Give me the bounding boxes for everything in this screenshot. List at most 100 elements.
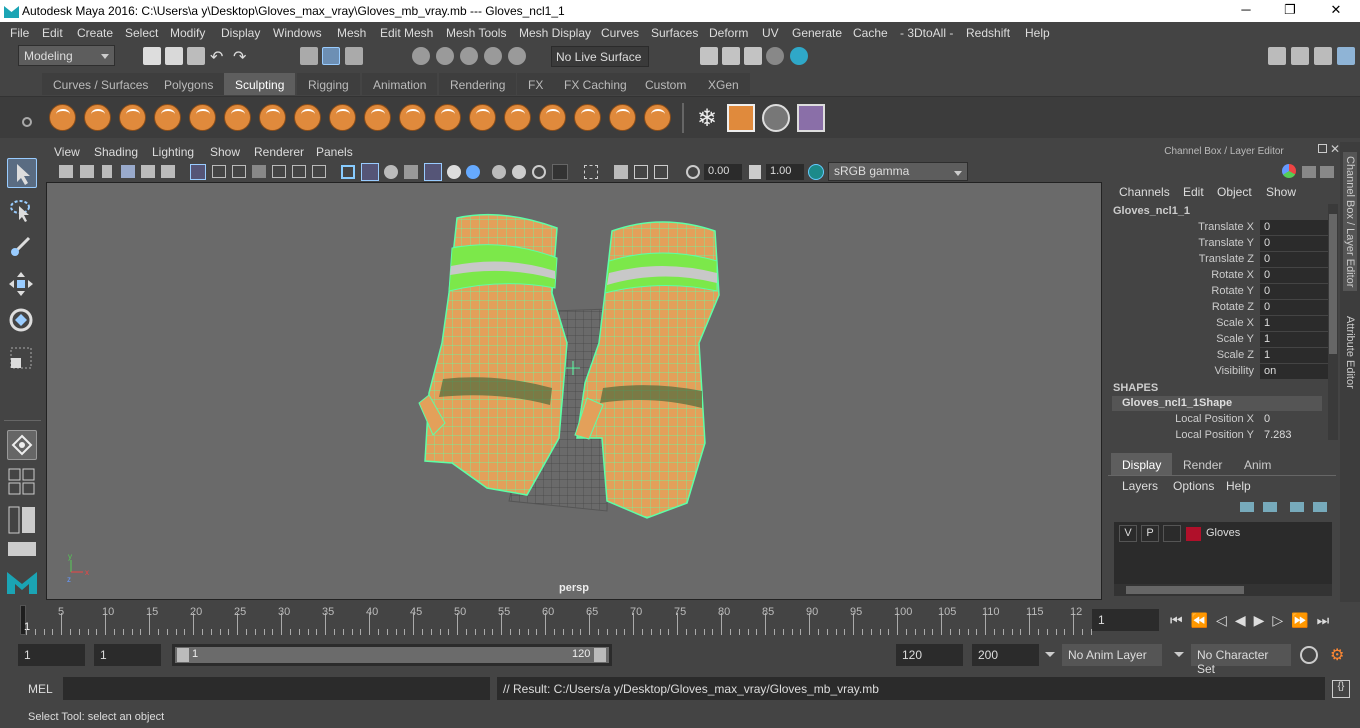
range-start-handle[interactable] — [177, 648, 189, 662]
attr-translate-y[interactable]: Translate Y0 — [1108, 236, 1340, 252]
viewport-menu-shading[interactable]: Shading — [94, 145, 138, 159]
play-backward-icon[interactable]: ◀ — [1235, 612, 1254, 628]
channel-menu-show[interactable]: Show — [1266, 185, 1296, 199]
layer-name[interactable]: Gloves — [1206, 527, 1240, 539]
xray-joints-icon[interactable] — [654, 165, 668, 179]
flatten-tool-icon[interactable] — [224, 104, 251, 131]
menu-curves[interactable]: Curves — [601, 26, 639, 40]
relax-tool-icon[interactable] — [119, 104, 146, 131]
menu-mesh-tools[interactable]: Mesh Tools — [446, 26, 506, 40]
shelf-tab-curves-surfaces[interactable]: Curves / Surfaces — [42, 73, 160, 95]
menu-deform[interactable]: Deform — [709, 26, 748, 40]
menu-mesh[interactable]: Mesh — [337, 26, 366, 40]
snap-point-icon[interactable] — [460, 47, 478, 65]
layer-tab-anim[interactable]: Anim — [1234, 453, 1281, 475]
attr-local-position-y[interactable]: Local Position Y 7.283 — [1108, 428, 1340, 444]
scrape-tool-icon[interactable] — [434, 104, 461, 131]
use-all-lights-icon[interactable] — [447, 165, 461, 179]
menu-uv[interactable]: UV — [762, 26, 779, 40]
viewport-menu-renderer[interactable]: Renderer — [254, 145, 304, 159]
move-tool-icon[interactable] — [7, 270, 37, 300]
new-layer-icon[interactable] — [1290, 502, 1304, 512]
shape-node-name[interactable]: Gloves_ncl1_1Shape — [1112, 396, 1322, 411]
axis-orient-icon[interactable] — [1282, 164, 1296, 178]
attr-rotate-z[interactable]: Rotate Z0 — [1108, 300, 1340, 316]
freeze-tool-icon[interactable] — [644, 104, 671, 131]
shelf-tab-fx[interactable]: FX — [517, 73, 555, 95]
lasso-tool-icon[interactable] — [7, 196, 37, 226]
select-object-icon[interactable] — [322, 47, 340, 65]
wax-tool-icon[interactable] — [399, 104, 426, 131]
menu-display[interactable]: Display — [221, 26, 260, 40]
viewport-menu-show[interactable]: Show — [210, 145, 240, 159]
menu-modify[interactable]: Modify — [170, 26, 205, 40]
select-component-icon[interactable] — [345, 47, 363, 65]
close-button[interactable]: ✕ — [1316, 2, 1356, 20]
close-panel-icon[interactable]: ✕ — [1330, 142, 1340, 156]
stamp-icon[interactable] — [797, 104, 825, 132]
channel-menu-object[interactable]: Object — [1217, 185, 1252, 199]
menu-cache[interactable]: Cache — [853, 26, 888, 40]
gamma-field[interactable]: 0.00 — [704, 164, 742, 180]
go-to-start-icon[interactable]: ⏮ — [1170, 612, 1191, 628]
smear-tool-icon[interactable] — [539, 104, 566, 131]
menu-set-dropdown[interactable]: Modeling — [18, 45, 115, 66]
safe-title-icon[interactable] — [312, 165, 326, 178]
depth-of-field-icon[interactable] — [552, 164, 568, 180]
foamy-tool-icon[interactable] — [259, 104, 286, 131]
isolate-select-icon[interactable] — [584, 165, 598, 179]
speed-icon[interactable] — [1320, 166, 1334, 178]
shelf-tab-rigging[interactable]: Rigging — [297, 73, 360, 95]
playback-start-field[interactable]: 1 — [94, 644, 161, 666]
layer-visibility-toggle[interactable]: V — [1119, 525, 1137, 542]
attr-scale-z[interactable]: Scale Z1 — [1108, 348, 1340, 364]
field-chart-icon[interactable] — [272, 165, 286, 178]
step-back-key-icon[interactable]: ◁ — [1216, 612, 1235, 628]
default-material-icon[interactable] — [384, 165, 398, 179]
attr-visibility[interactable]: Visibility on — [1108, 364, 1340, 380]
image-plane-icon[interactable] — [121, 165, 135, 178]
perspective-viewport[interactable]: y x z persp — [46, 182, 1102, 600]
menu-select[interactable]: Select — [125, 26, 158, 40]
menu-windows[interactable]: Windows — [273, 26, 322, 40]
smooth-tool-icon[interactable] — [84, 104, 111, 131]
attr-scale-y[interactable]: Scale Y1 — [1108, 332, 1340, 348]
hypershade-icon[interactable] — [766, 47, 784, 65]
ipr-render-icon[interactable] — [722, 47, 740, 65]
layer-menu-layers[interactable]: Layers — [1122, 479, 1158, 493]
single-perspective-layout-icon[interactable] — [7, 430, 37, 460]
undo-icon[interactable]: ↶ — [210, 47, 223, 67]
snowflake-freeze-icon[interactable]: ❄ — [693, 104, 721, 132]
paint-select-tool-icon[interactable] — [7, 232, 37, 262]
shelf-tab-fx-caching[interactable]: FX Caching — [553, 73, 638, 95]
bookmark-icon[interactable] — [102, 165, 112, 178]
sculpt-layer-icon[interactable] — [762, 104, 790, 132]
smooth-shade-icon[interactable] — [361, 163, 379, 181]
layer-list-hscrollbar[interactable] — [1114, 584, 1332, 596]
new-scene-icon[interactable] — [143, 47, 161, 65]
camera-attributes-icon[interactable] — [59, 165, 73, 178]
imprint-tool-icon[interactable] — [364, 104, 391, 131]
attr-rotate-y[interactable]: Rotate Y0 — [1108, 284, 1340, 300]
redo-icon[interactable]: ↷ — [233, 47, 246, 67]
animation-end-field[interactable]: 200 — [972, 644, 1039, 666]
gamma-icon[interactable] — [686, 165, 700, 179]
grease-pencil-icon[interactable] — [161, 165, 175, 178]
character-set-chevron-down-icon[interactable] — [1174, 652, 1184, 662]
current-frame-field[interactable]: 1 — [1092, 609, 1159, 631]
color-management-icon[interactable] — [808, 164, 824, 180]
camera-lock-icon[interactable] — [80, 165, 94, 178]
snap-live-icon[interactable] — [508, 47, 526, 65]
wireframe-on-shaded-icon[interactable] — [404, 165, 418, 179]
menu-create[interactable]: Create — [77, 26, 113, 40]
render-frame-icon[interactable] — [700, 47, 718, 65]
menu-mesh-display[interactable]: Mesh Display — [519, 26, 591, 40]
maya-hotbox-logo-icon[interactable] — [5, 568, 39, 596]
sculpt-tool-icon[interactable] — [49, 104, 76, 131]
anti-aliasing-icon[interactable] — [532, 165, 546, 179]
exposure-field[interactable]: 1.00 — [766, 164, 804, 180]
menu-redshift[interactable]: Redshift — [966, 26, 1010, 40]
graph-layout-icon[interactable] — [8, 542, 36, 556]
rotate-tool-icon[interactable] — [7, 306, 37, 336]
anim-layer-dropdown[interactable]: No Anim Layer — [1062, 644, 1162, 666]
